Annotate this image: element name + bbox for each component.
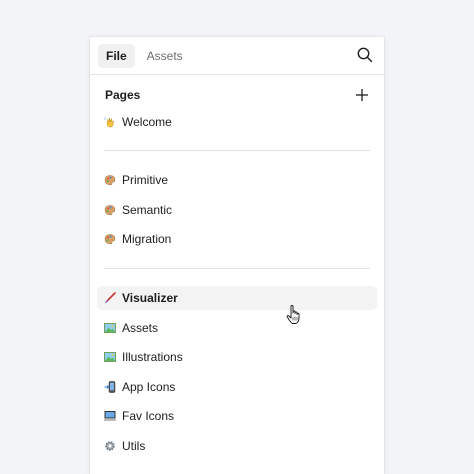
page-item-illustrations[interactable]: Illustrations: [97, 345, 377, 369]
computer-icon: [104, 411, 116, 421]
palette-icon: [104, 175, 116, 186]
picture-icon: [104, 322, 116, 333]
page-item-fav-icons[interactable]: Fav Icons: [97, 404, 377, 428]
page-item-label: Migration: [122, 232, 172, 246]
hand-pointer-cursor-icon: [286, 305, 300, 324]
palette-icon: [104, 204, 116, 215]
gear-icon: [105, 440, 115, 451]
page-item-label: Visualizer: [122, 291, 178, 305]
page-item-welcome[interactable]: Welcome: [97, 110, 377, 134]
page-item-assets[interactable]: Assets: [97, 316, 377, 340]
page-item-visualizer[interactable]: Visualizer: [97, 286, 377, 310]
page-item-label: Semantic: [122, 202, 173, 217]
page-item-label: Illustrations: [122, 350, 183, 364]
pages-panel: File Assets Pages Welcome Primitive Sema…: [90, 37, 384, 474]
section-divider: [104, 150, 370, 151]
mobile-arrow-icon: [104, 380, 116, 393]
palette-icon: [104, 234, 116, 245]
picture-icon: [104, 352, 116, 362]
add-page-icon[interactable]: [354, 87, 370, 103]
page-item-label: Assets: [122, 320, 159, 335]
paintbrush-icon: [105, 292, 116, 303]
page-item-utils[interactable]: Utils: [97, 434, 377, 458]
pages-section-header: Pages: [90, 75, 384, 115]
page-item-migration[interactable]: Migration: [97, 227, 377, 251]
page-item-semantic[interactable]: Semantic: [97, 198, 377, 222]
page-item-primitive[interactable]: Primitive: [97, 168, 377, 192]
page-item-label: Utils: [122, 438, 146, 453]
waving-hand-icon: [104, 117, 114, 128]
tab-assets[interactable]: Assets: [139, 44, 191, 68]
tab-file[interactable]: File: [98, 43, 135, 68]
page-item-label: Welcome: [122, 115, 172, 129]
section-divider: [104, 268, 370, 269]
page-item-label: Primitive: [122, 173, 169, 187]
page-item-label: Fav Icons: [122, 409, 175, 423]
search-icon[interactable]: [356, 46, 374, 64]
page-item-app-icons[interactable]: App Icons: [97, 375, 377, 399]
panel-header: File Assets: [90, 37, 384, 75]
page-item-label: App Icons: [122, 379, 176, 394]
pages-title: Pages: [105, 88, 141, 102]
